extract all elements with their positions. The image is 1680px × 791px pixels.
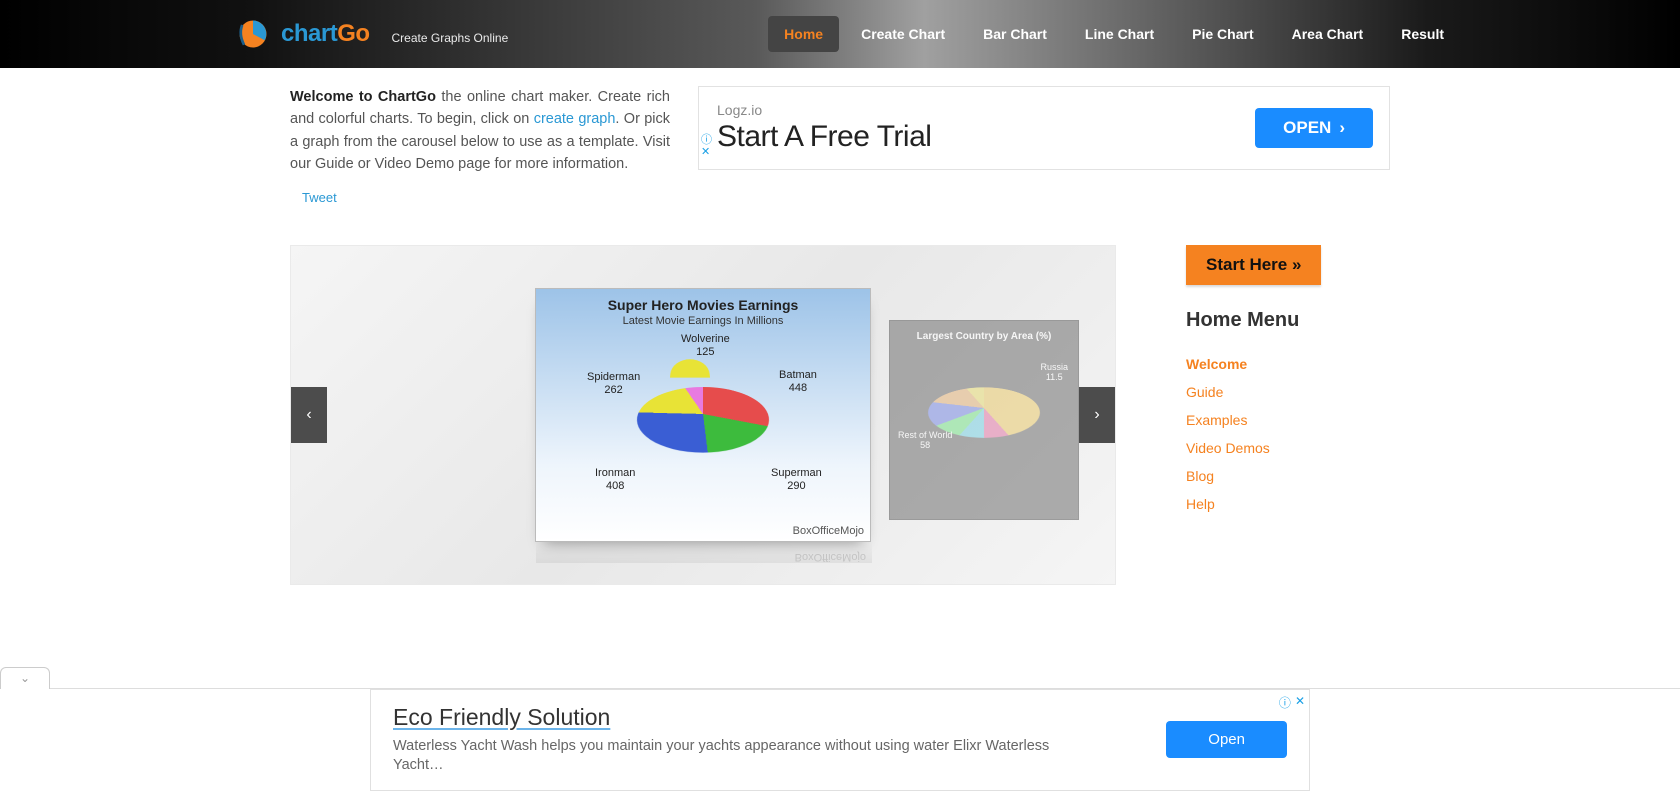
nav-line-chart[interactable]: Line Chart: [1069, 16, 1170, 52]
site-header: chartGo Create Graphs Online Home Create…: [0, 0, 1680, 68]
menu-help[interactable]: Help: [1186, 490, 1386, 518]
logo-tagline: Create Graphs Online: [392, 31, 509, 45]
ad-close-icon[interactable]: ✕: [1295, 694, 1305, 711]
nav-create-chart[interactable]: Create Chart: [845, 16, 961, 52]
intro-text: Welcome to ChartGo the online chart make…: [290, 86, 670, 176]
logo[interactable]: chartGo Create Graphs Online: [235, 16, 508, 52]
nav-pie-chart[interactable]: Pie Chart: [1176, 16, 1269, 52]
chevron-right-icon: ›: [1339, 118, 1345, 138]
nav-area-chart[interactable]: Area Chart: [1276, 16, 1380, 52]
bottom-ad-bar: ⌄ ⓘ ✕ Eco Friendly Solution Waterless Ya…: [0, 688, 1680, 791]
logo-icon: [235, 16, 271, 52]
main-nav: Home Create Chart Bar Chart Line Chart P…: [768, 16, 1460, 52]
menu-examples[interactable]: Examples: [1186, 406, 1386, 434]
ad-bottom[interactable]: ⓘ ✕ Eco Friendly Solution Waterless Yach…: [370, 689, 1310, 791]
carousel-prev-button[interactable]: ‹: [291, 387, 327, 443]
nav-bar-chart[interactable]: Bar Chart: [967, 16, 1063, 52]
ad-bottom-title: Eco Friendly Solution: [393, 704, 1053, 731]
ad-bottom-open-button[interactable]: Open: [1166, 721, 1287, 758]
collapse-ad-button[interactable]: ⌄: [0, 667, 50, 689]
menu-guide[interactable]: Guide: [1186, 378, 1386, 406]
pie-chart: Wolverine125 Batman448 Superman290 Ironm…: [603, 339, 803, 499]
carousel-next-button[interactable]: ›: [1079, 387, 1115, 443]
ad-brand: Logz.io: [717, 102, 931, 118]
carousel-chart-side[interactable]: Largest Country by Area (%) Rest of Worl…: [889, 320, 1079, 520]
start-here-button[interactable]: Start Here »: [1186, 245, 1321, 285]
menu-blog[interactable]: Blog: [1186, 462, 1386, 490]
logo-text: chartGo: [281, 20, 370, 48]
template-carousel: ‹ › Super Hero Movies Earnings Latest Mo…: [290, 245, 1116, 585]
chart-source: BoxOfficeMojo: [793, 525, 864, 537]
home-menu: Welcome Guide Examples Video Demos Blog …: [1186, 350, 1386, 518]
nav-result[interactable]: Result: [1385, 16, 1460, 52]
chart-subtitle: Latest Movie Earnings In Millions: [623, 315, 784, 327]
create-graph-link[interactable]: create graph: [534, 111, 616, 127]
ad-bottom-body: Waterless Yacht Wash helps you maintain …: [393, 737, 1053, 776]
ad-top[interactable]: ⓘ ✕ Logz.io Start A Free Trial OPEN ›: [698, 86, 1390, 170]
menu-welcome[interactable]: Welcome: [1186, 350, 1386, 378]
ad-info-icon[interactable]: ⓘ: [1279, 694, 1291, 711]
sidebar: Start Here » Home Menu Welcome Guide Exa…: [1186, 245, 1386, 585]
ad-bottom-icons[interactable]: ⓘ ✕: [1279, 694, 1305, 711]
menu-video-demos[interactable]: Video Demos: [1186, 434, 1386, 462]
ad-headline: Start A Free Trial: [717, 120, 931, 154]
nav-home[interactable]: Home: [768, 16, 839, 52]
ad-open-button[interactable]: OPEN ›: [1255, 108, 1373, 148]
carousel-chart-main[interactable]: Super Hero Movies Earnings Latest Movie …: [535, 288, 871, 542]
home-menu-heading: Home Menu: [1186, 309, 1386, 332]
tweet-link[interactable]: Tweet: [302, 190, 337, 205]
chart-title: Super Hero Movies Earnings: [608, 297, 799, 313]
ad-close-icon[interactable]: ✕: [701, 145, 710, 158]
